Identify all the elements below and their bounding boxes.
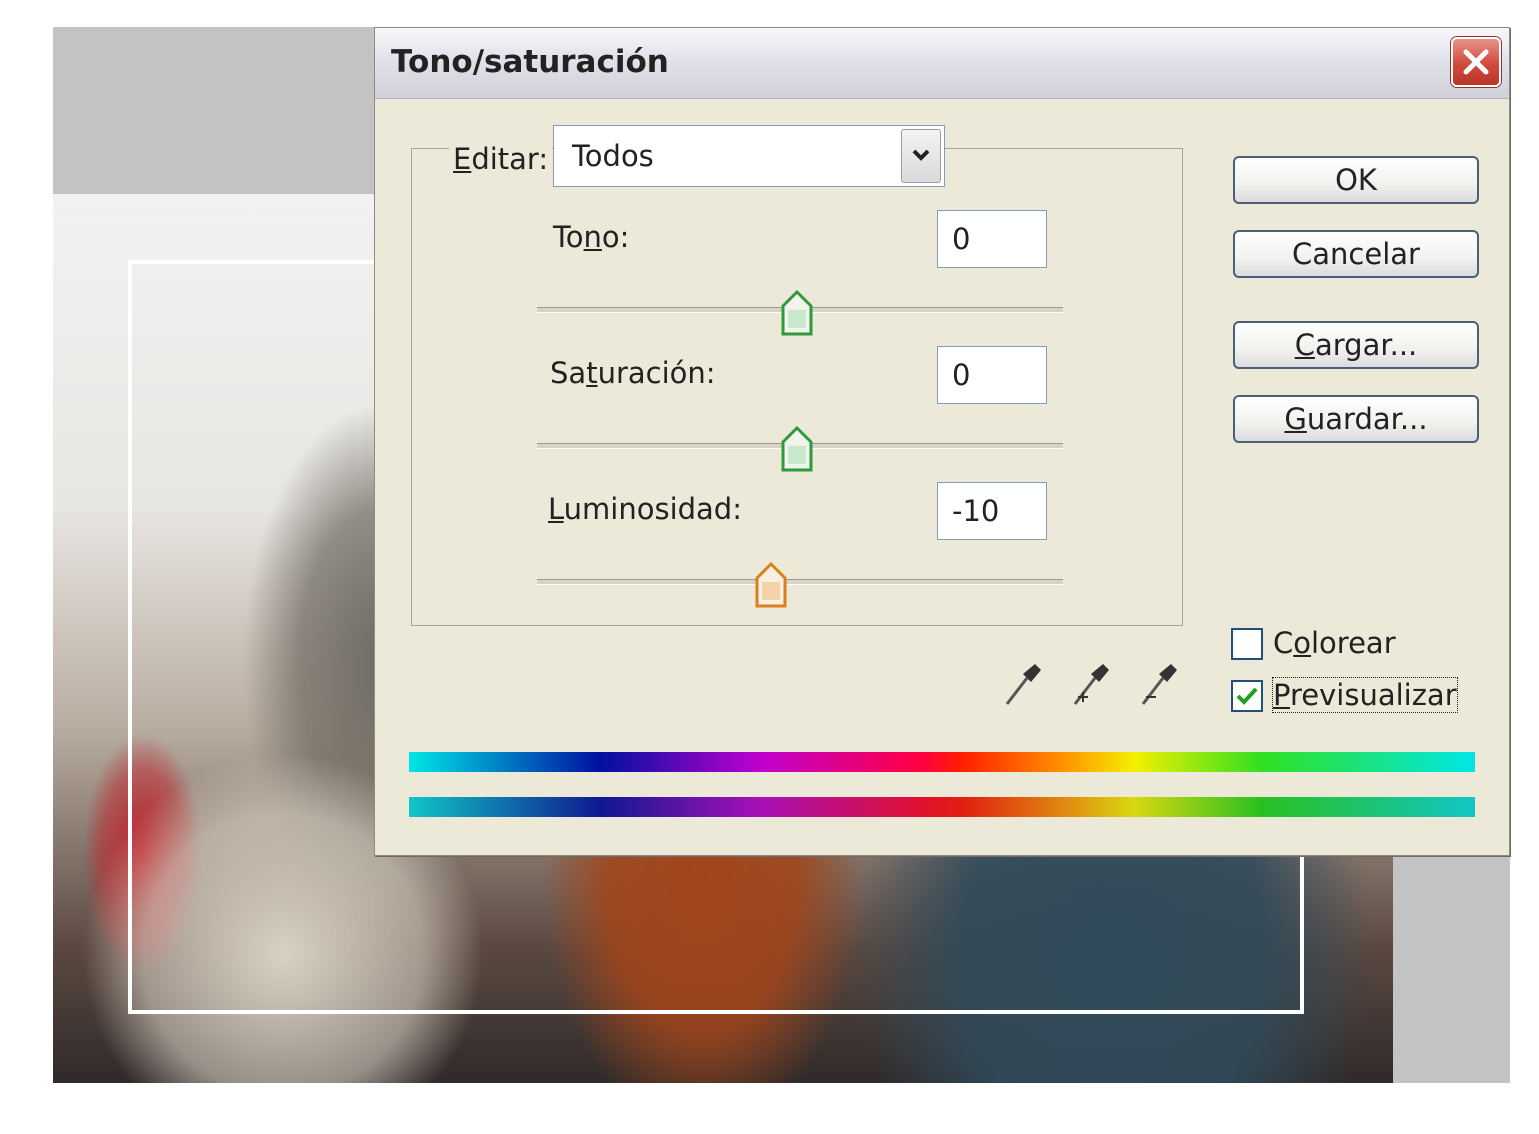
lightness-slider-thumb[interactable] [754,561,788,614]
hue-slider-thumb[interactable] [780,289,814,342]
load-button[interactable]: Cargar... [1233,321,1479,369]
ok-button[interactable]: OK [1233,156,1479,204]
checkmark-icon [1236,687,1258,705]
lightness-label: Luminosidad: [548,492,742,526]
save-button[interactable]: Guardar... [1233,395,1479,443]
colorize-label: Colorear [1273,626,1396,660]
hue-saturation-dialog: Tono/saturación Editar: Todos Tono: 0 Sa… [374,27,1510,856]
edit-dropdown[interactable]: Todos [553,125,945,187]
saturation-input[interactable]: 0 [937,346,1047,404]
preview-label: Previsualizar [1272,677,1458,713]
eyedropper-minus-icon[interactable] [1137,660,1181,712]
close-button[interactable] [1451,37,1501,87]
saturation-label: Saturación: [550,356,716,390]
cancel-button[interactable]: Cancelar [1233,230,1479,278]
preview-checkbox[interactable] [1231,680,1263,712]
close-icon [1463,49,1489,75]
dropdown-arrow-button[interactable] [901,129,941,183]
dialog-title: Tono/saturación [391,44,669,80]
edit-label: Editar: [449,142,553,176]
lightness-input[interactable]: -10 [937,482,1047,540]
eyedropper-plus-icon[interactable] [1069,660,1113,712]
output-color-bar [409,797,1475,817]
eyedropper-icon[interactable] [1001,660,1045,712]
saturation-slider-thumb[interactable] [780,425,814,478]
lightness-slider-track[interactable] [537,579,1063,585]
chevron-down-icon [912,149,930,161]
colorize-checkbox[interactable] [1231,628,1263,660]
edit-dropdown-value: Todos [572,139,654,173]
input-color-bar [409,752,1475,772]
title-bar[interactable]: Tono/saturación [375,28,1509,99]
edit-groupbox [411,148,1183,626]
hue-input[interactable]: 0 [937,210,1047,268]
hue-label: Tono: [553,220,630,254]
